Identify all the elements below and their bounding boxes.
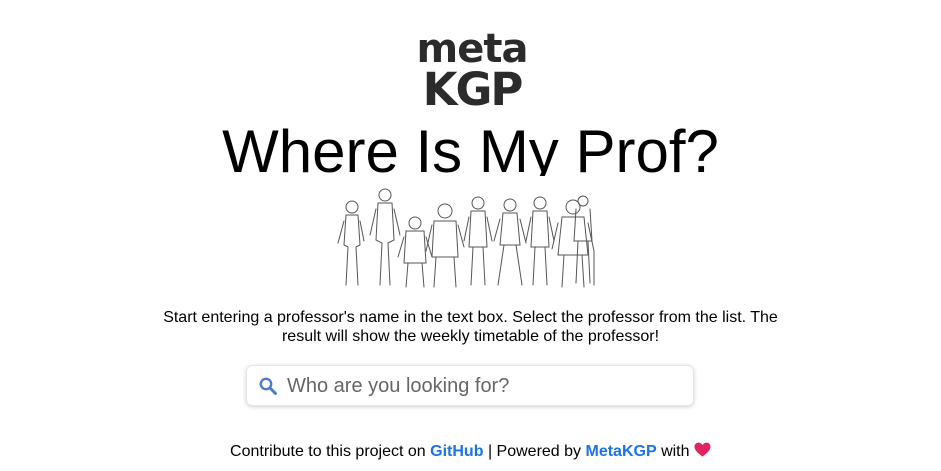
search-icon <box>259 377 277 395</box>
github-link[interactable]: GitHub <box>430 443 483 460</box>
search-box <box>246 365 694 406</box>
footer-middle-text: | Powered by <box>487 443 582 460</box>
metakgp-logo: meta KGP <box>414 27 530 117</box>
logo-text-kgp: KGP <box>422 63 524 116</box>
heart-icon <box>694 442 711 457</box>
footer: Contribute to this project on GitHub | P… <box>0 442 941 461</box>
metakgp-link[interactable]: MetaKGP <box>585 443 656 460</box>
page-title: Where Is My Prof? <box>222 118 719 176</box>
footer-prefix-text: Contribute to this project on <box>230 443 426 460</box>
instructions-text: Start entering a professor's name in the… <box>163 309 778 345</box>
footer-suffix-text: with <box>661 443 690 460</box>
professors-sketch-illustration <box>337 188 595 288</box>
professor-search-input[interactable] <box>287 372 683 400</box>
